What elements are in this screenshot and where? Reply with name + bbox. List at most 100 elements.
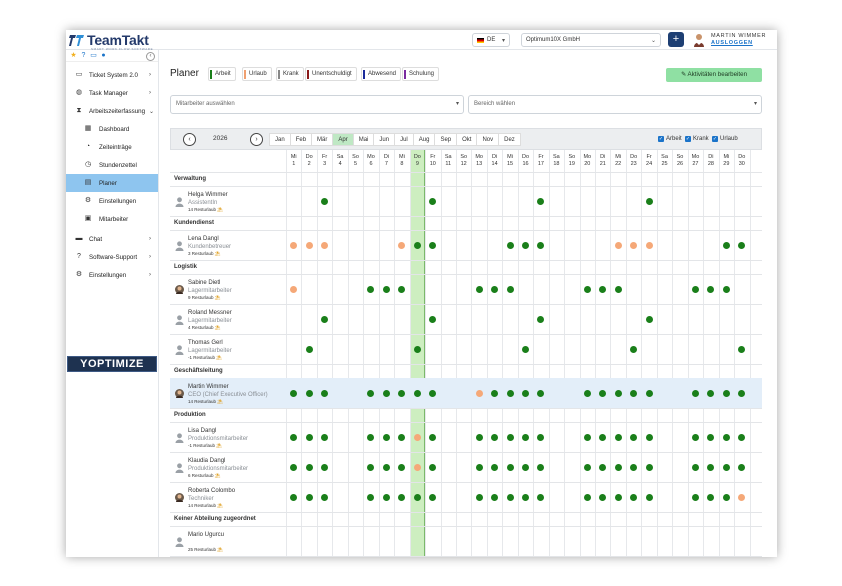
month-tab-apr[interactable]: Apr (332, 133, 354, 146)
work-dot[interactable] (491, 493, 499, 501)
work-dot[interactable] (429, 433, 437, 441)
month-tab-feb[interactable]: Feb (289, 133, 313, 146)
work-dot[interactable] (367, 389, 375, 397)
work-dot[interactable] (475, 493, 483, 501)
vacation-dot[interactable] (290, 285, 298, 293)
work-dot[interactable] (707, 389, 715, 397)
work-dot[interactable] (614, 463, 622, 471)
employee-row[interactable]: Roberta Colombo Techniker 14 Resturlaub ⛱ (170, 482, 762, 512)
work-dot[interactable] (321, 197, 329, 205)
vacation-dot[interactable] (645, 241, 653, 249)
work-dot[interactable] (583, 389, 591, 397)
employee-row[interactable]: Sabine Dietl Lagermitarbeiter 9 Resturlaub… (170, 274, 762, 304)
work-dot[interactable] (599, 463, 607, 471)
month-tab-jan[interactable]: Jan (269, 133, 291, 146)
work-dot[interactable] (707, 493, 715, 501)
work-dot[interactable] (738, 433, 746, 441)
filter-krank-checkbox[interactable]: ✓ Krank (685, 136, 709, 142)
work-dot[interactable] (290, 433, 298, 441)
work-dot[interactable] (491, 433, 499, 441)
work-dot[interactable] (722, 241, 730, 249)
work-dot[interactable] (413, 389, 421, 397)
work-dot[interactable] (321, 389, 329, 397)
work-dot[interactable] (321, 315, 329, 323)
vacation-dot[interactable] (475, 389, 483, 397)
employee-row[interactable]: Mario Ugurcu 25 Resturlaub ⛱ (170, 526, 762, 556)
work-dot[interactable] (599, 493, 607, 501)
month-tab-jun[interactable]: Jun (373, 133, 396, 146)
user-avatar[interactable] (693, 33, 705, 47)
work-dot[interactable] (722, 389, 730, 397)
collapse-sidebar-button[interactable]: ‹ (146, 52, 155, 61)
employee-select[interactable]: Mitarbeiter auswählen ▾ (170, 95, 464, 114)
work-dot[interactable] (630, 389, 638, 397)
work-dot[interactable] (738, 389, 746, 397)
work-dot[interactable] (645, 463, 653, 471)
work-dot[interactable] (382, 389, 390, 397)
employee-row[interactable]: Thomas Gerl Lagermitarbeiter -1 Resturlaub… (170, 334, 762, 364)
work-dot[interactable] (630, 493, 638, 501)
employee-row[interactable]: Lena Dangl Kundenbetreuer 3 Resturlaub ⛱ (170, 230, 762, 260)
work-dot[interactable] (367, 433, 375, 441)
area-select[interactable]: Bereich wählen ▾ (468, 95, 762, 114)
work-dot[interactable] (738, 463, 746, 471)
language-select[interactable]: DE ▾ (472, 33, 510, 47)
sidebar-item-dashboard[interactable]: ▦ Dashboard (66, 120, 158, 138)
vacation-dot[interactable] (630, 241, 638, 249)
vacation-dot[interactable] (290, 241, 298, 249)
work-dot[interactable] (521, 463, 529, 471)
month-tab-okt[interactable]: Okt (456, 133, 478, 146)
sidebar-item-einstellungen[interactable]: ⚙ Einstellungen › (66, 266, 158, 284)
work-dot[interactable] (645, 315, 653, 323)
work-dot[interactable] (537, 493, 545, 501)
work-dot[interactable] (645, 197, 653, 205)
star-icon[interactable]: ★ (70, 52, 77, 59)
work-dot[interactable] (521, 493, 529, 501)
work-dot[interactable] (321, 493, 329, 501)
work-dot[interactable] (413, 493, 421, 501)
month-tab-aug[interactable]: Aug (412, 133, 436, 146)
add-button[interactable]: + (668, 32, 684, 47)
employee-row[interactable]: Helga Wimmer AssistentIn 14 Resturlaub ⛱ (170, 186, 762, 216)
sidebar-item-mitarbeiter[interactable]: ▣ Mitarbeiter (66, 210, 158, 228)
work-dot[interactable] (321, 433, 329, 441)
work-dot[interactable] (521, 241, 529, 249)
vacation-dot[interactable] (738, 493, 746, 501)
sidebar-item-stundenzettel[interactable]: ◷ Stundenzettel (66, 156, 158, 174)
brand-logo-top[interactable]: TeamTakt SMART WORK FLOW SOFTWARE (69, 32, 153, 51)
work-dot[interactable] (537, 315, 545, 323)
work-dot[interactable] (614, 389, 622, 397)
work-dot[interactable] (382, 433, 390, 441)
employee-row[interactable]: Klaudia Dangl Produktionsmitarbeiter 6 Res… (170, 452, 762, 482)
work-dot[interactable] (305, 433, 313, 441)
work-dot[interactable] (290, 463, 298, 471)
sidebar-item-task-manager[interactable]: ◍ Task Manager › (66, 84, 158, 102)
work-dot[interactable] (475, 463, 483, 471)
vacation-dot[interactable] (398, 241, 406, 249)
month-tab-mai[interactable]: Mai (352, 133, 375, 146)
work-dot[interactable] (707, 463, 715, 471)
work-dot[interactable] (321, 463, 329, 471)
work-dot[interactable] (491, 389, 499, 397)
sidebar-item-zeiteinträge[interactable]: ◔ Zeiteinträge (66, 138, 158, 156)
work-dot[interactable] (645, 389, 653, 397)
work-dot[interactable] (305, 345, 313, 353)
work-dot[interactable] (398, 389, 406, 397)
vacation-dot[interactable] (413, 433, 421, 441)
work-dot[interactable] (630, 345, 638, 353)
work-dot[interactable] (521, 433, 529, 441)
work-dot[interactable] (367, 463, 375, 471)
work-dot[interactable] (722, 285, 730, 293)
work-dot[interactable] (305, 389, 313, 397)
vacation-dot[interactable] (321, 241, 329, 249)
work-dot[interactable] (583, 285, 591, 293)
sidebar-item-planer[interactable]: ▤ Planer (66, 174, 158, 192)
logout-link[interactable]: AUSLOGGEN (711, 40, 753, 46)
company-select[interactable]: Optimum10X GmbH ⌄ (521, 33, 661, 47)
work-dot[interactable] (614, 433, 622, 441)
work-dot[interactable] (614, 493, 622, 501)
work-dot[interactable] (382, 285, 390, 293)
work-dot[interactable] (583, 433, 591, 441)
work-dot[interactable] (645, 433, 653, 441)
month-tab-nov[interactable]: Nov (476, 133, 500, 146)
